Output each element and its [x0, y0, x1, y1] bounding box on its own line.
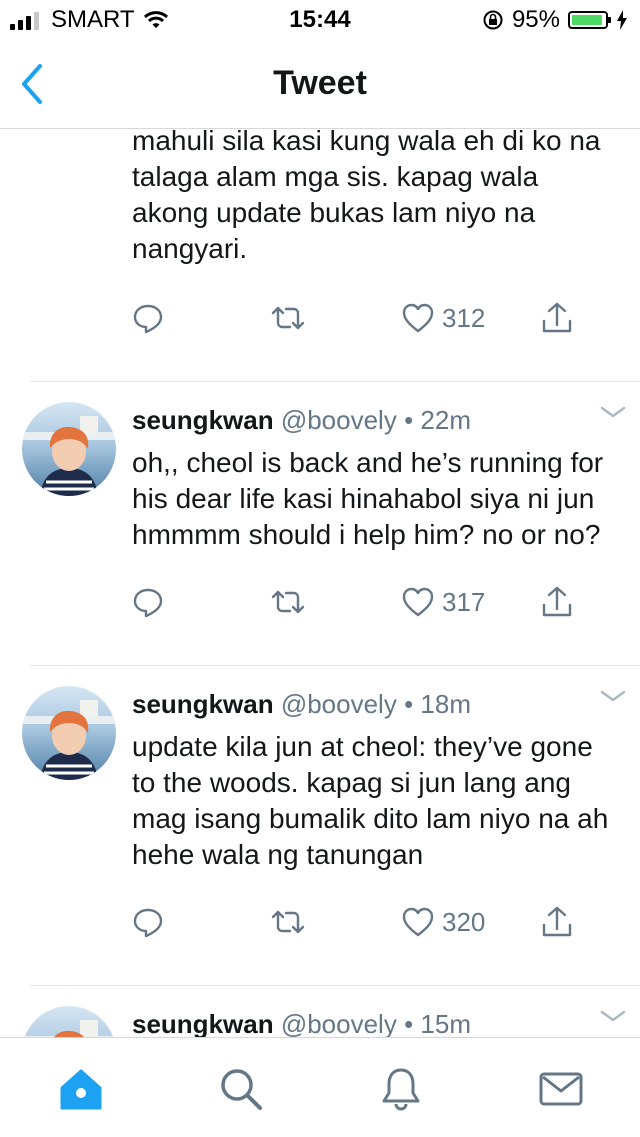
tweet-timeline[interactable]: mahuli sila kasi kung wala eh di ko na t… — [0, 129, 640, 1037]
tweet-actions: 317 — [132, 585, 640, 665]
tweet-item[interactable]: mahuli sila kasi kung wala eh di ko na t… — [0, 129, 640, 382]
reply-icon — [133, 908, 163, 938]
share-button[interactable] — [540, 585, 574, 619]
share-icon — [542, 302, 572, 333]
retweet-button[interactable] — [270, 905, 306, 939]
meta-separator: • — [404, 1009, 414, 1037]
tweet-menu-button[interactable] — [600, 688, 626, 704]
page-title: Tweet — [273, 64, 367, 102]
search-icon — [221, 1069, 262, 1110]
tweet-actions: 312 — [132, 301, 640, 381]
user-name[interactable]: seungkwan — [132, 405, 274, 435]
avatar[interactable] — [22, 402, 116, 496]
tab-search[interactable] — [218, 1066, 264, 1112]
retweet-icon — [271, 910, 305, 934]
like-button[interactable]: 312 — [402, 301, 485, 335]
tweet-text: update kila jun at cheol: they’ve gone t… — [132, 731, 609, 870]
bell-icon — [382, 1068, 420, 1111]
tweet-actions: 320 — [132, 905, 640, 985]
tweet-menu-button[interactable] — [600, 1008, 626, 1024]
heart-icon — [402, 587, 434, 617]
tweet-header: seungkwan @boovely • 15m — [132, 1009, 471, 1037]
chevron-down-icon — [600, 690, 626, 702]
meta-separator: • — [404, 405, 414, 435]
navigation-bar: Tweet — [0, 40, 640, 129]
tweet-header: seungkwan @boovely • 18m — [132, 689, 471, 720]
retweet-button[interactable] — [270, 301, 306, 335]
retweet-button[interactable] — [270, 585, 306, 619]
tab-notifications[interactable] — [378, 1066, 424, 1112]
reply-icon — [133, 304, 163, 334]
user-name[interactable]: seungkwan — [132, 689, 274, 719]
chevron-down-icon — [600, 406, 626, 418]
like-count: 320 — [442, 906, 486, 937]
reply-button[interactable] — [132, 905, 164, 939]
like-count: 312 — [442, 302, 486, 333]
reply-icon — [133, 588, 163, 618]
tweet-timestamp: 18m — [420, 689, 471, 719]
orientation-lock-icon — [483, 10, 503, 30]
user-handle[interactable]: @boovely — [281, 405, 397, 435]
tweet-text: oh,, cheol is back and he’s running for … — [132, 447, 604, 550]
tab-bar — [0, 1037, 640, 1137]
heart-icon — [402, 303, 434, 333]
reply-button[interactable] — [132, 301, 164, 335]
share-icon — [542, 586, 572, 617]
retweet-icon — [271, 590, 305, 614]
battery-icon — [568, 11, 611, 29]
tweet-item[interactable]: seungkwan @boovely • 22m oh,, cheol is b… — [0, 382, 640, 666]
tweet-item[interactable]: seungkwan @boovely • 18m update kila jun… — [0, 666, 640, 986]
tweet-timestamp: 22m — [420, 405, 471, 435]
tab-messages[interactable] — [538, 1066, 584, 1112]
tweet-menu-button[interactable] — [600, 404, 626, 420]
retweet-icon — [271, 306, 305, 330]
reply-button[interactable] — [132, 585, 164, 619]
user-handle[interactable]: @boovely — [281, 689, 397, 719]
home-icon — [60, 1069, 102, 1110]
share-button[interactable] — [540, 301, 574, 335]
mail-icon — [539, 1072, 583, 1106]
battery-percent: 95% — [511, 6, 560, 33]
status-bar: SMART 15:44 95% — [0, 0, 640, 40]
share-icon — [542, 906, 572, 937]
avatar[interactable] — [22, 1006, 116, 1037]
charging-icon — [617, 10, 627, 30]
user-name[interactable]: seungkwan — [132, 1009, 274, 1037]
tab-home[interactable] — [58, 1066, 104, 1112]
tweet-timestamp: 15m — [420, 1009, 471, 1037]
user-handle[interactable]: @boovely — [281, 1009, 397, 1037]
meta-separator: • — [404, 689, 414, 719]
like-button[interactable]: 317 — [402, 585, 485, 619]
like-button[interactable]: 320 — [402, 905, 485, 939]
tweet-item[interactable]: seungkwan @boovely • 15m — [0, 986, 640, 1037]
tweet-header: seungkwan @boovely • 22m — [132, 405, 471, 436]
avatar[interactable] — [22, 686, 116, 780]
share-button[interactable] — [540, 905, 574, 939]
heart-icon — [402, 907, 434, 937]
tweet-text: mahuli sila kasi kung wala eh di ko na t… — [132, 129, 601, 264]
chevron-down-icon — [600, 1010, 626, 1022]
like-count: 317 — [442, 586, 486, 617]
